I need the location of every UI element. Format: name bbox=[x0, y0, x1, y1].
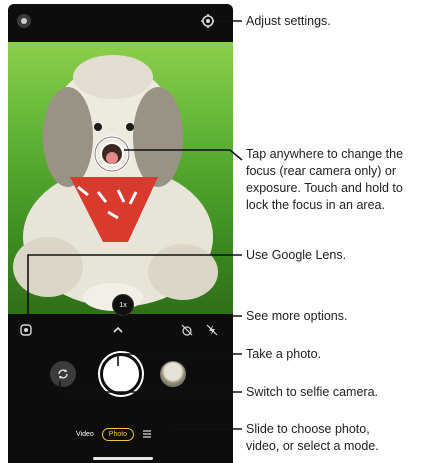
callout-tap-focus-line-3: exposure. Touch and hold to bbox=[246, 181, 403, 195]
viewfinder[interactable] bbox=[8, 42, 233, 314]
callout-more-options: See more options. bbox=[246, 309, 348, 323]
callout-switch-selfie: Switch to selfie camera. bbox=[246, 385, 378, 399]
callout-google-lens: Use Google Lens. bbox=[246, 248, 347, 262]
timer-off-icon[interactable] bbox=[181, 324, 193, 336]
callout-take-photo: Take a photo. bbox=[246, 347, 322, 361]
callout-tap-focus-line-1: Tap anywhere to change the bbox=[246, 147, 404, 161]
chevron-up-icon[interactable] bbox=[112, 324, 124, 336]
gallery-thumbnail[interactable] bbox=[160, 361, 186, 387]
shutter-button[interactable] bbox=[100, 353, 142, 395]
menu-icon[interactable] bbox=[142, 429, 152, 439]
google-lens-icon[interactable] bbox=[20, 324, 32, 336]
mode-photo[interactable]: Photo bbox=[101, 427, 135, 441]
effects-icon[interactable] bbox=[17, 14, 31, 28]
camera-screen: 1x Video Photo bbox=[8, 4, 233, 463]
callout-adjust-settings: Adjust settings. bbox=[246, 14, 331, 28]
zoom-badge[interactable]: 1x bbox=[112, 294, 134, 316]
callout-tap-focus-line-4: lock the focus in an area. bbox=[246, 198, 385, 212]
flash-off-icon[interactable] bbox=[206, 324, 218, 336]
callout-slide-mode-line-1: Slide to choose photo, bbox=[246, 422, 370, 436]
mode-selector[interactable]: Video Photo bbox=[76, 426, 152, 442]
switch-camera-icon bbox=[58, 369, 68, 379]
focus-ring bbox=[93, 135, 131, 173]
callout-slide-mode-line-2: video, or select a mode. bbox=[246, 439, 379, 453]
home-indicator bbox=[93, 457, 153, 460]
switch-camera-button[interactable] bbox=[50, 361, 76, 387]
callout-tap-focus-line-2: focus (rear camera only) or bbox=[246, 164, 397, 178]
mode-video[interactable]: Video bbox=[76, 431, 94, 438]
gear-icon[interactable] bbox=[200, 13, 216, 29]
dog-photo bbox=[13, 55, 218, 311]
